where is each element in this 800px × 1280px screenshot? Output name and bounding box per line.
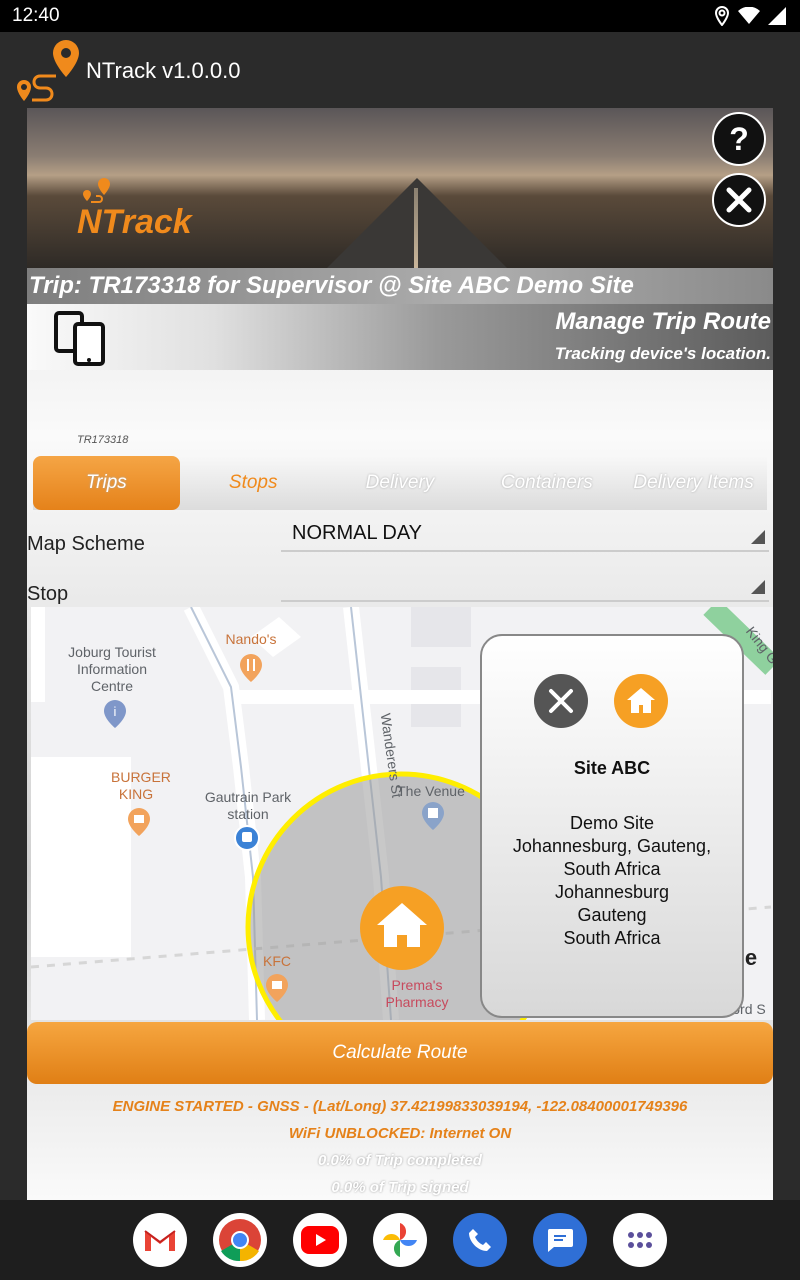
- popup-close-button[interactable]: [534, 674, 588, 728]
- fastfood-pin-icon: [128, 808, 150, 836]
- kfc-pin-icon: [266, 974, 288, 1002]
- address-line: Johannesburg, Gauteng,: [512, 836, 712, 856]
- address-line: South Africa: [563, 859, 661, 879]
- tab-delivery[interactable]: Delivery: [327, 456, 474, 510]
- trip-line: Trip: TR173318 for Supervisor @ Site ABC…: [29, 272, 634, 299]
- manage-subtitle: Tracking device's location.: [554, 344, 771, 363]
- status-bar: 12:40: [0, 0, 800, 32]
- map-label-kfc: KFC: [263, 953, 291, 969]
- engine-status: ENGINE STARTED - GNSS - (Lat/Long) 37.42…: [112, 1098, 688, 1115]
- road-line-graphic: [414, 188, 418, 268]
- info-pin-icon: i: [104, 700, 126, 728]
- tab-stops[interactable]: Stops: [180, 456, 327, 510]
- trip-signed-status: 0.0% of Trip signed: [331, 1179, 469, 1196]
- help-button[interactable]: ?: [712, 112, 766, 166]
- tab-bar: Trips Stops Delivery Containers Delivery…: [33, 456, 767, 510]
- phone-app-icon[interactable]: [453, 1213, 507, 1267]
- dropdown-arrow-icon: [751, 580, 765, 594]
- trip-id: TR173318: [77, 434, 129, 446]
- wifi-status: WiFi UNBLOCKED: Internet ON: [288, 1125, 512, 1142]
- popup-address: Demo Site Johannesburg, Gauteng, South A…: [482, 812, 742, 950]
- trip-info-bar: Trip: TR173318 for Supervisor @ Site ABC…: [27, 268, 773, 304]
- site-home-marker-icon[interactable]: [359, 885, 445, 971]
- signal-icon: [768, 7, 786, 25]
- map-label-venue: The Venue: [397, 783, 465, 799]
- photos-app-icon[interactable]: [373, 1213, 427, 1267]
- popup-home-button[interactable]: [614, 674, 668, 728]
- map-label-gautrain: Gautrain Park station: [204, 789, 292, 822]
- restaurant-pin-icon: [240, 654, 262, 682]
- site-info-popup: Site ABC Demo Site Johannesburg, Gauteng…: [480, 634, 744, 1018]
- app-drawer-icon[interactable]: [613, 1213, 667, 1267]
- train-station-icon: [234, 825, 260, 851]
- dropdown-arrow-icon: [751, 530, 765, 544]
- manage-route-bar: Manage Trip Route Tracking device's loca…: [27, 304, 773, 370]
- wifi-icon: [738, 7, 760, 24]
- manage-title: Manage Trip Route: [555, 308, 771, 335]
- home-icon: [627, 688, 655, 713]
- close-icon: [549, 689, 573, 713]
- app-logo-icon: [17, 40, 79, 102]
- stop-label: Stop: [27, 583, 69, 605]
- youtube-app-icon[interactable]: [293, 1213, 347, 1267]
- gmail-app-icon[interactable]: [133, 1213, 187, 1267]
- map-label-pharmacy: Prema's Pharmacy: [385, 977, 449, 1010]
- map-scheme-label: Map Scheme: [27, 533, 145, 555]
- address-line: Gauteng: [577, 905, 647, 925]
- hero-banner: NTrack ?: [27, 108, 773, 268]
- trip-completed-status: 0.0% of Trip completed: [318, 1152, 482, 1169]
- tab-trips[interactable]: Trips: [33, 456, 180, 510]
- address-line: Demo Site: [569, 813, 655, 833]
- app-title: NTrack v1.0.0.0: [86, 58, 241, 83]
- map-scheme-select[interactable]: NORMAL DAY: [281, 516, 769, 552]
- brand-logo-icon: [83, 178, 110, 203]
- address-line: South Africa: [563, 928, 661, 948]
- chrome-app-icon[interactable]: [213, 1213, 267, 1267]
- main-content: NTrack ? Trip: TR173318 for Supervisor @…: [27, 108, 773, 1200]
- map-label-tourist: Joburg Tourist Information Centre: [68, 644, 156, 694]
- address-line: Johannesburg: [554, 882, 670, 902]
- app-bar: NTrack v1.0.0.0: [0, 32, 800, 108]
- status-time: 12:40: [12, 5, 60, 26]
- brand-name: NTrack: [77, 203, 192, 241]
- messages-app-icon[interactable]: [533, 1213, 587, 1267]
- map-label-burger-king: BURGER KING: [111, 769, 171, 802]
- map-label-nandos: Nando's: [225, 631, 277, 647]
- venue-pin-icon: [422, 802, 444, 830]
- close-button[interactable]: [712, 173, 766, 227]
- calculate-route-button[interactable]: Calculate Route: [27, 1022, 773, 1084]
- svg-text:i: i: [114, 704, 117, 719]
- tab-containers[interactable]: Containers: [473, 456, 620, 510]
- devices-icon: [54, 311, 105, 366]
- status-icons: [714, 6, 786, 26]
- map-scheme-value: NORMAL DAY: [292, 522, 423, 544]
- stop-select[interactable]: [281, 566, 769, 602]
- close-icon: [726, 187, 752, 213]
- tab-delivery-items[interactable]: Delivery Items: [620, 456, 767, 510]
- popup-title: Site ABC: [573, 758, 651, 778]
- location-icon: [714, 6, 730, 26]
